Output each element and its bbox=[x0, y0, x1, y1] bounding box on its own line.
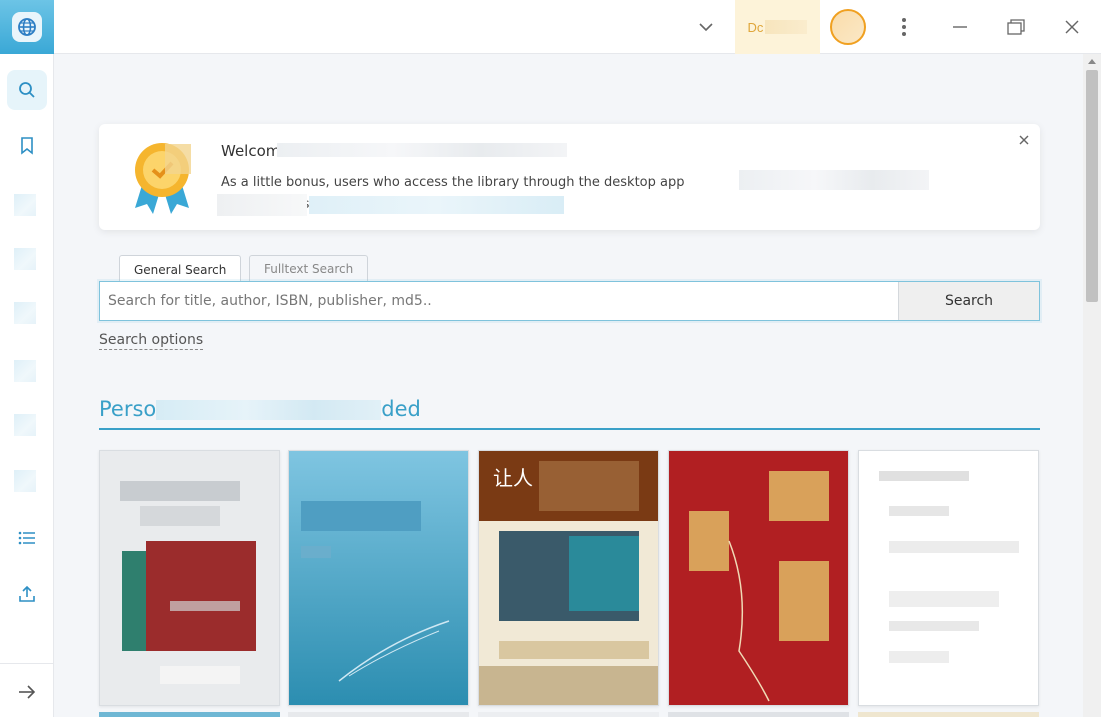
account-label: Dc bbox=[747, 19, 764, 35]
account-button[interactable]: Dc bbox=[735, 0, 820, 54]
book-card[interactable] bbox=[288, 450, 469, 706]
sidebar-item-blurred[interactable] bbox=[14, 414, 36, 436]
book-card[interactable] bbox=[858, 450, 1039, 706]
sidebar-item-blurred[interactable] bbox=[14, 470, 36, 492]
close-icon[interactable] bbox=[1016, 132, 1032, 148]
maximize-icon[interactable] bbox=[998, 0, 1034, 54]
book-card[interactable] bbox=[99, 450, 280, 706]
search-options-link[interactable]: Search options bbox=[99, 332, 204, 350]
globe-icon bbox=[12, 12, 42, 42]
title-bar: Dc bbox=[0, 0, 1101, 54]
scrollbar-thumb[interactable] bbox=[1086, 70, 1098, 302]
close-icon[interactable] bbox=[1054, 0, 1090, 54]
tab-fulltext-search[interactable]: Fulltext Search bbox=[249, 255, 369, 282]
sidebar-item-blurred[interactable] bbox=[14, 302, 36, 324]
book-cover-title: 让人 bbox=[493, 466, 533, 490]
section-divider bbox=[99, 428, 1040, 430]
bookmark-icon[interactable] bbox=[7, 126, 47, 166]
section-title: Perso ded bbox=[99, 397, 421, 421]
scrollbar[interactable] bbox=[1083, 54, 1101, 717]
welcome-card: Welcome As a little bonus, users who acc… bbox=[99, 124, 1040, 230]
award-badge-icon bbox=[129, 138, 195, 216]
app-logo[interactable] bbox=[0, 0, 54, 54]
chevron-down-icon[interactable] bbox=[688, 0, 724, 54]
sidebar bbox=[0, 54, 54, 717]
sidebar-item-blurred[interactable] bbox=[14, 194, 36, 216]
tab-general-search[interactable]: General Search bbox=[119, 255, 242, 283]
minimize-icon[interactable] bbox=[942, 0, 978, 54]
search-icon[interactable] bbox=[7, 70, 47, 110]
upload-icon[interactable] bbox=[7, 574, 47, 614]
book-card[interactable]: 让人 bbox=[478, 450, 659, 706]
search-bar: Search bbox=[99, 281, 1040, 321]
more-vertical-icon[interactable] bbox=[886, 0, 922, 54]
arrow-right-icon[interactable] bbox=[7, 672, 47, 712]
search-input[interactable] bbox=[100, 282, 898, 320]
avatar[interactable] bbox=[826, 0, 870, 54]
search-button[interactable]: Search bbox=[898, 282, 1039, 320]
scroll-up-icon[interactable] bbox=[1083, 54, 1101, 68]
book-card[interactable] bbox=[668, 450, 849, 706]
list-icon[interactable] bbox=[7, 518, 47, 558]
sidebar-item-blurred[interactable] bbox=[14, 360, 36, 382]
sidebar-item-blurred[interactable] bbox=[14, 248, 36, 270]
